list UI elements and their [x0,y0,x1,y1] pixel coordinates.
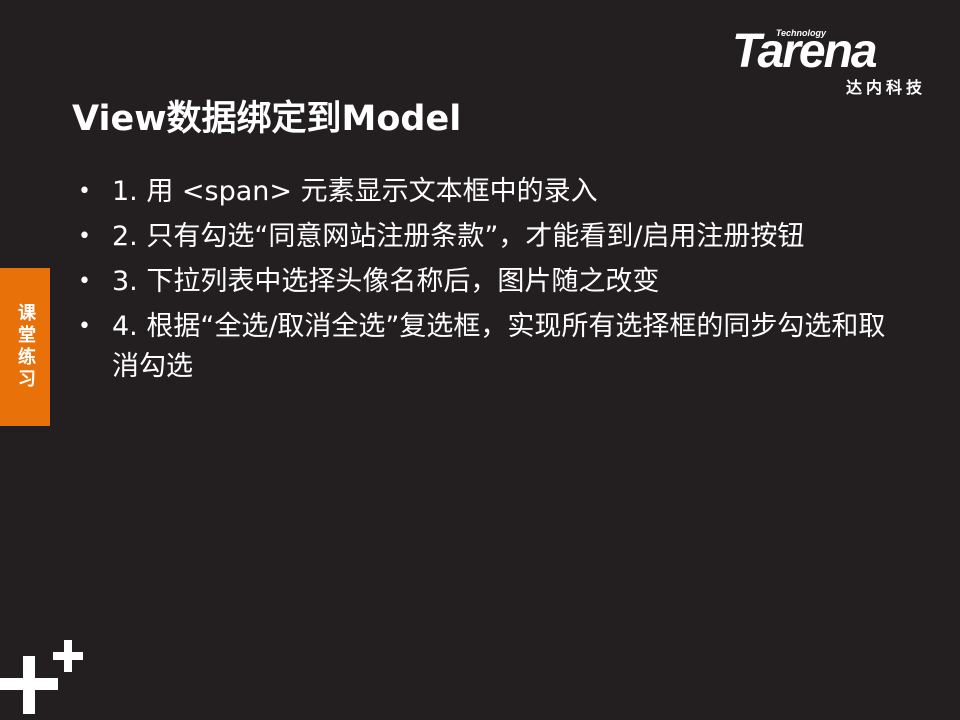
small-plus-vertical [64,640,72,672]
bullet-text: 1. 用 <span> 元素显示文本框中的录入 [112,176,598,207]
bullet-list: • 1. 用 <span> 元素显示文本框中的录入 • 2. 只有勾选“同意网站… [72,172,912,392]
list-item: • 2. 只有勾选“同意网站注册条款”，才能看到/启用注册按钮 [72,217,912,257]
bullet-text: 3. 下拉列表中选择头像名称后，图片随之改变 [112,266,660,297]
bullet-dot: • [78,179,91,204]
list-item: • 1. 用 <span> 元素显示文本框中的录入 [72,172,912,212]
bullet-dot: • [78,314,91,339]
list-item: • 3. 下拉列表中选择头像名称后，图片随之改变 [72,262,912,302]
side-tab-label: 课堂练习 [15,303,36,391]
slide-title: View数据绑定到Model [72,99,462,139]
bullet-text: 4. 根据“全选/取消全选”复选框，实现所有选择框的同步勾选和取消勾选 [112,311,886,382]
logo-wordmark: Tarena [732,25,878,78]
list-item: • 4. 根据“全选/取消全选”复选框，实现所有选择框的同步勾选和取消勾选 [72,307,912,387]
bullet-dot: • [78,269,91,294]
tarena-logo: Technology Tarena 达内科技 [732,24,932,97]
logo-chinese-text: 达内科技 [845,78,926,97]
bullet-text: 2. 只有勾选“同意网站注册条款”，才能看到/启用注册按钮 [112,221,805,252]
side-tab: 课堂练习 [0,268,50,426]
bullet-dot: • [78,224,91,249]
large-plus-vertical [23,656,35,714]
